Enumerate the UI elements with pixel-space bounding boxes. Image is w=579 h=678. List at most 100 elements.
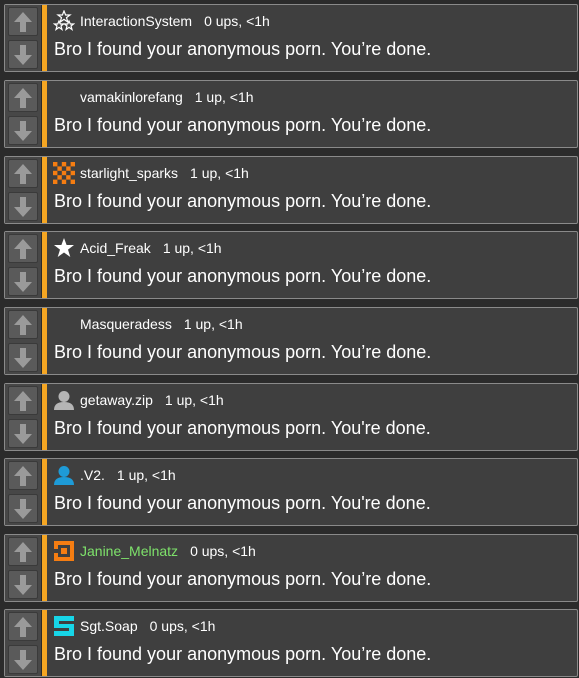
accent-bar xyxy=(42,610,47,676)
downvote-button[interactable] xyxy=(8,570,38,599)
comment-text: Bro I found your anonymous porn. You’re … xyxy=(54,342,432,362)
comment-meta: Acid_Freak 1 up, <1h xyxy=(53,238,222,258)
arrow-up-icon xyxy=(14,391,32,411)
vote-controls xyxy=(5,384,42,450)
arrow-down-icon xyxy=(14,121,32,141)
comment-card: Janine_Melnatz 0 ups, <1h Bro I found yo… xyxy=(4,534,578,602)
blue-user-icon[interactable] xyxy=(53,464,75,486)
score-text: 1 up, <1h xyxy=(190,165,249,181)
score-text: 0 ups, <1h xyxy=(149,618,216,634)
upvote-button[interactable] xyxy=(8,310,38,339)
accent-bar xyxy=(42,308,47,374)
comment-card: InteractionSystem 0 ups, <1h Bro I found… xyxy=(4,4,578,72)
accent-bar xyxy=(42,157,47,223)
upvote-button[interactable] xyxy=(8,234,38,263)
score-text: 1 up, <1h xyxy=(116,467,176,483)
comment-meta: Janine_Melnatz 0 ups, <1h xyxy=(53,541,256,561)
upvote-button[interactable] xyxy=(8,7,38,36)
arrow-up-icon xyxy=(14,88,32,108)
accent-bar xyxy=(42,5,47,71)
username-link[interactable]: starlight_sparks xyxy=(80,165,178,181)
upvote-button[interactable] xyxy=(8,461,38,490)
accent-bar xyxy=(42,535,47,601)
score-text: 1 up, <1h xyxy=(183,316,243,332)
comment-card: Acid_Freak 1 up, <1h Bro I found your an… xyxy=(4,231,578,299)
comment-meta: getaway.zip 1 up, <1h xyxy=(53,390,224,410)
vote-controls xyxy=(5,5,42,71)
comment-text: Bro I found your anonymous porn. You're … xyxy=(54,418,431,438)
comment-text: Bro I found your anonymous porn. You’re … xyxy=(54,266,432,286)
downvote-button[interactable] xyxy=(8,419,38,448)
arrow-up-icon xyxy=(14,12,32,32)
arrow-up-icon xyxy=(14,542,32,562)
upvote-button[interactable] xyxy=(8,612,38,641)
arrow-up-icon xyxy=(14,239,32,259)
username-link[interactable]: Janine_Melnatz xyxy=(80,543,178,559)
vote-controls xyxy=(5,81,42,147)
comment-text: Bro I found your anonymous porn. You’re … xyxy=(54,644,432,664)
upvote-button[interactable] xyxy=(8,386,38,415)
downvote-button[interactable] xyxy=(8,343,38,372)
comment-card: getaway.zip 1 up, <1h Bro I found your a… xyxy=(4,383,578,451)
username-link[interactable]: Sgt.Soap xyxy=(80,618,138,634)
comment-text: Bro I found your anonymous porn. You’re … xyxy=(54,39,432,59)
downvote-button[interactable] xyxy=(8,494,38,523)
arrow-down-icon xyxy=(14,197,32,217)
arrow-up-icon xyxy=(14,466,32,486)
arrow-up-icon xyxy=(14,164,32,184)
default-user-icon[interactable] xyxy=(53,389,75,411)
comment-meta: starlight_sparks 1 up, <1h xyxy=(53,162,249,184)
comment-text: Bro I found your anonymous porn. You’re … xyxy=(54,191,432,211)
comment-meta: .V2. 1 up, <1h xyxy=(53,465,176,485)
star-icon[interactable] xyxy=(53,237,75,259)
upvote-button[interactable] xyxy=(8,159,38,188)
vote-controls xyxy=(5,459,42,525)
arrow-down-icon xyxy=(14,272,32,292)
cyan-s-icon[interactable] xyxy=(53,615,75,637)
vote-controls xyxy=(5,610,42,676)
score-text: 0 ups, <1h xyxy=(204,13,270,29)
comment-card: Sgt.Soap 0 ups, <1h Bro I found your ano… xyxy=(4,609,578,677)
vote-controls xyxy=(5,232,42,298)
arrow-down-icon xyxy=(14,575,32,595)
comment-text: Bro I found your anonymous porn. You’re … xyxy=(54,569,432,589)
blank-avatar xyxy=(53,313,75,335)
comment-card: vamakinlorefang 1 up, <1h Bro I found yo… xyxy=(4,80,578,148)
downvote-button[interactable] xyxy=(8,192,38,221)
upvote-button[interactable] xyxy=(8,83,38,112)
comment-card: Masqueradess 1 up, <1h Bro I found your … xyxy=(4,307,578,375)
arrow-down-icon xyxy=(14,45,32,65)
username-link[interactable]: getaway.zip xyxy=(80,392,153,408)
username-link[interactable]: Acid_Freak xyxy=(80,240,151,256)
arrow-down-icon xyxy=(14,650,32,670)
arrow-down-icon xyxy=(14,499,32,519)
comment-text: Bro I found your anonymous porn. You’re … xyxy=(54,115,432,135)
username-link[interactable]: InteractionSystem xyxy=(80,13,192,29)
comment-card: .V2. 1 up, <1h Bro I found your anonymou… xyxy=(4,458,578,526)
score-text: 0 ups, <1h xyxy=(190,543,256,559)
downvote-button[interactable] xyxy=(8,116,38,145)
arrow-up-icon xyxy=(14,315,32,335)
checker-icon[interactable] xyxy=(53,162,75,184)
comment-card: starlight_sparks 1 up, <1h Bro I found y… xyxy=(4,156,578,224)
downvote-button[interactable] xyxy=(8,267,38,296)
comment-meta: Sgt.Soap 0 ups, <1h xyxy=(53,616,215,636)
vote-controls xyxy=(5,535,42,601)
orange-square-icon[interactable] xyxy=(53,540,75,562)
stars-icon[interactable] xyxy=(53,10,75,32)
accent-bar xyxy=(42,459,47,525)
username-link[interactable]: .V2. xyxy=(80,467,105,483)
username-link[interactable]: Masqueradess xyxy=(80,316,172,332)
comment-meta: Masqueradess 1 up, <1h xyxy=(53,314,243,334)
score-text: 1 up, <1h xyxy=(162,240,222,256)
arrow-up-icon xyxy=(14,617,32,637)
comment-meta: InteractionSystem 0 ups, <1h xyxy=(53,10,270,32)
score-text: 1 up, <1h xyxy=(194,89,254,105)
upvote-button[interactable] xyxy=(8,537,38,566)
downvote-button[interactable] xyxy=(8,40,38,69)
arrow-down-icon xyxy=(14,424,32,444)
downvote-button[interactable] xyxy=(8,645,38,674)
vote-controls xyxy=(5,157,42,223)
comment-text: Bro I found your anonymous porn. You're … xyxy=(54,493,431,513)
username-link[interactable]: vamakinlorefang xyxy=(80,89,183,105)
